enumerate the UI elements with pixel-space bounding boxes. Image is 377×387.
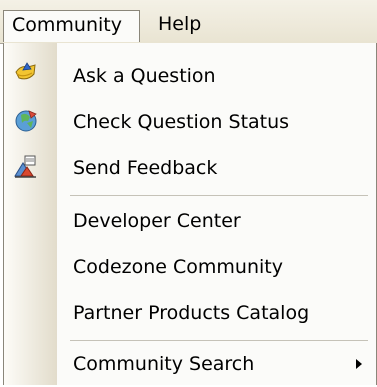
menu-item-send-feedback[interactable]: Send Feedback	[4, 145, 376, 191]
menu-item-label: Ask a Question	[73, 65, 216, 87]
menu-item-partner-products-catalog[interactable]: Partner Products Catalog	[4, 290, 376, 336]
menu-item-label: Developer Center	[73, 210, 241, 232]
ask-question-icon	[13, 62, 39, 88]
menu-community[interactable]: Community	[3, 10, 140, 42]
menu-item-label: Send Feedback	[73, 157, 218, 179]
menu-item-community-search[interactable]: Community Search	[4, 341, 376, 387]
menu-separator	[70, 195, 368, 196]
community-dropdown-menu: Ask a Question Check Question Status Sen…	[3, 43, 377, 385]
menu-item-label: Codezone Community	[73, 256, 283, 278]
menu-item-codezone-community[interactable]: Codezone Community	[4, 244, 376, 290]
menu-help[interactable]: Help	[150, 10, 210, 42]
submenu-arrow-icon	[356, 359, 362, 369]
menu-bar: Community Help	[0, 0, 377, 44]
menu-item-ask-question[interactable]: Ask a Question	[4, 53, 376, 99]
question-status-icon	[13, 108, 39, 134]
menu-item-check-question-status[interactable]: Check Question Status	[4, 99, 376, 145]
menu-item-developer-center[interactable]: Developer Center	[4, 198, 376, 244]
menu-item-label: Community Search	[73, 353, 255, 375]
menu-item-label: Check Question Status	[73, 111, 290, 133]
menu-item-label: Partner Products Catalog	[73, 302, 310, 324]
feedback-icon	[13, 154, 39, 180]
